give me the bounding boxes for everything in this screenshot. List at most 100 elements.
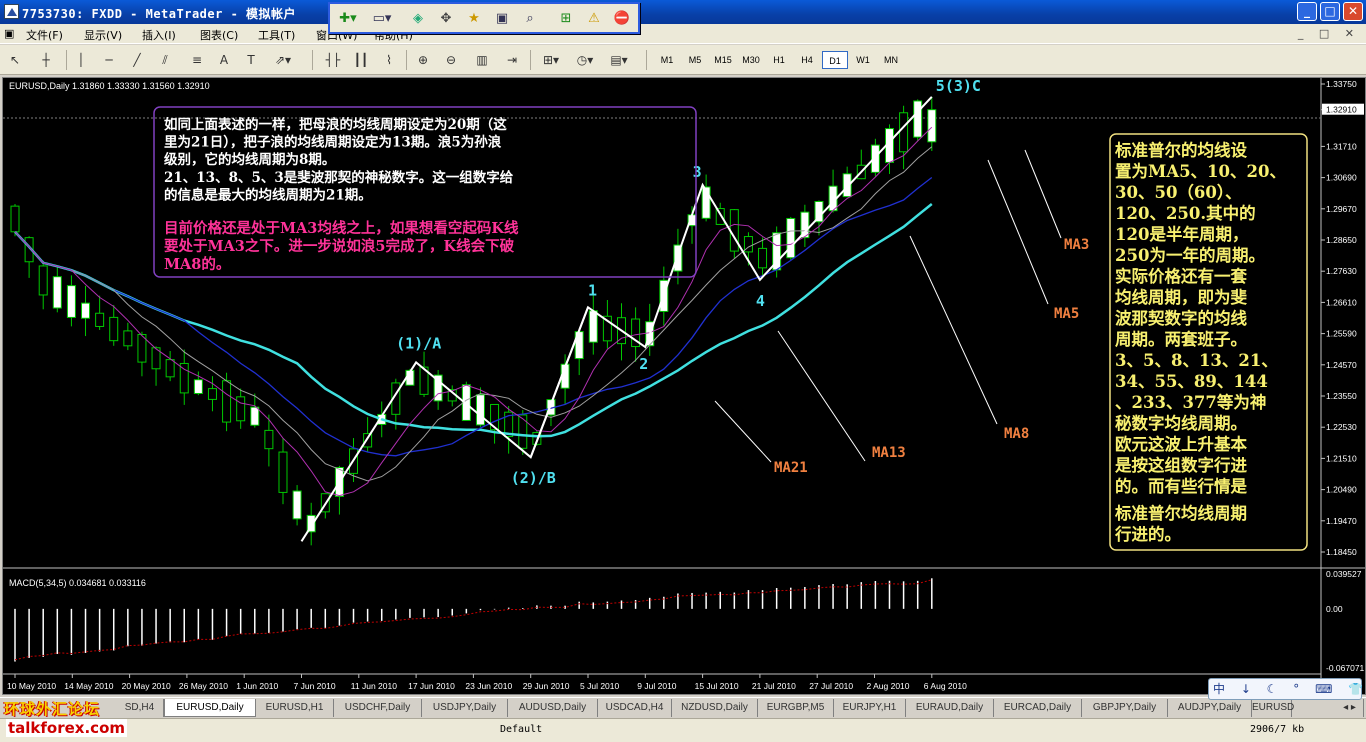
chart-tab[interactable]: EURCAD,Daily — [994, 699, 1082, 717]
ime-toolbar[interactable]: 中 ↓ ☾ ° ⌨ 👕 ⚙ — [1208, 678, 1366, 700]
timeframe-m30[interactable]: M30 — [738, 51, 764, 69]
date-label: 26 May 2010 — [179, 681, 228, 691]
chart-tab[interactable]: USDCAD,H4 — [598, 699, 672, 717]
date-label: 11 Jun 2010 — [351, 681, 397, 691]
price-label: 1.29670 — [1326, 204, 1357, 214]
new-chart-icon[interactable]: ✚▾ — [334, 10, 362, 28]
chart-tab[interactable]: NZDUSD,Daily — [672, 699, 758, 717]
crosshair-icon[interactable]: ┼ — [34, 50, 58, 70]
price-label: 1.25590 — [1326, 329, 1357, 339]
price-label: 1.26610 — [1326, 297, 1357, 307]
date-label: 20 May 2010 — [122, 681, 171, 691]
line-chart-icon[interactable]: ⌇ — [378, 50, 400, 70]
note-right-line: 34、55、89、144 — [1115, 372, 1268, 391]
channel-icon[interactable]: ⫽ — [156, 50, 174, 70]
indicators-icon[interactable]: ⊞▾ — [536, 50, 566, 70]
mdi-controls[interactable]: _ □ ✕ — [1298, 27, 1360, 40]
chart-tab[interactable]: EURGBP,M5 — [758, 699, 834, 717]
chart-tab[interactable]: EURUSD — [1252, 699, 1294, 717]
note-right-line: 的。而有些行情是 — [1115, 476, 1248, 496]
date-label: 7 Jun 2010 — [294, 681, 336, 691]
autoscroll-icon[interactable]: ⇥ — [500, 50, 524, 70]
chart-tab[interactable]: EURUSD,Daily — [164, 699, 256, 717]
price-label: 1.24570 — [1326, 360, 1357, 370]
timeframe-m1[interactable]: M1 — [654, 51, 680, 69]
timeframe-m5[interactable]: M5 — [682, 51, 708, 69]
note-left-pink-line: MA8的。 — [164, 255, 230, 273]
profiles-icon[interactable]: ▭▾ — [368, 10, 396, 28]
zoom-in-icon[interactable]: ⊕ — [412, 50, 434, 70]
favorites-icon[interactable]: ★ — [464, 10, 484, 28]
note-right-line: 标准普尔均线周期 — [1115, 503, 1247, 523]
tile-windows-icon[interactable]: ▥ — [470, 50, 494, 70]
tab-scroll-arrows[interactable]: ◂ ▸ — [1336, 699, 1364, 717]
minimize-button[interactable]: _ — [1297, 2, 1317, 21]
zoom-out-icon[interactable]: ⊖ — [440, 50, 462, 70]
maximize-button[interactable]: □ — [1320, 2, 1340, 21]
date-label: 2 Aug 2010 — [867, 681, 910, 691]
status-profile: Default — [500, 724, 543, 735]
chart-tab[interactable]: GBPJPY,Daily — [1082, 699, 1168, 717]
ma-label: MA8 — [1004, 426, 1029, 442]
arrows-dropdown-icon[interactable]: ⇗▾ — [270, 50, 296, 70]
chart-tab[interactable]: EURAUD,Daily — [906, 699, 994, 717]
macd-axis-label: 0.00 — [1326, 604, 1343, 614]
note-right-line: 行进的。 — [1114, 524, 1181, 544]
navigator-move-icon[interactable]: ✥ — [436, 10, 456, 28]
label-tool-icon[interactable]: T — [242, 50, 260, 70]
chart-tab[interactable]: EURUSD,H1 — [256, 699, 334, 717]
terminal-icon[interactable]: ▣ — [492, 10, 512, 28]
app-icon — [4, 4, 19, 19]
note-right-line: 标准普尔的均线设 — [1115, 140, 1248, 160]
note-right-line: 周期。两套班子。 — [1115, 329, 1247, 349]
chart-canvas[interactable]: EURUSD,Daily 1.31860 1.33330 1.31560 1.3… — [3, 78, 1365, 694]
note-left-line: 21、13、8、5、3是斐波那契的神秘数字。这一组数字给 — [164, 169, 514, 186]
chart-tab[interactable]: AUDJPY,Daily — [1168, 699, 1252, 717]
wave-label: 5(3)C — [936, 78, 981, 95]
menu-file[interactable]: 文件(F) — [26, 27, 63, 43]
new-order-icon[interactable]: ⊞ — [556, 10, 576, 28]
price-label: 1.30690 — [1326, 173, 1357, 183]
timeframe-h1[interactable]: H1 — [766, 51, 792, 69]
timeframe-w1[interactable]: W1 — [850, 51, 876, 69]
price-label: 1.22530 — [1326, 422, 1357, 432]
chart-tab[interactable]: SD,H4 — [116, 699, 164, 717]
timeframe-mn[interactable]: MN — [878, 51, 904, 69]
timeframe-m15[interactable]: M15 — [710, 51, 736, 69]
note-left-line: 如同上面表述的一样，把母浪的均线周期设定为20期（这 — [164, 116, 507, 133]
price-label: 1.19470 — [1326, 516, 1357, 526]
expert-advisors-icon[interactable]: ⚠ — [584, 10, 604, 28]
horizontal-line-icon[interactable]: ─ — [100, 50, 118, 70]
vertical-line-icon[interactable]: │ — [74, 50, 88, 70]
note-right-line: 置为MA5、10、20、 — [1115, 161, 1286, 181]
cursor-icon[interactable]: ↖ — [6, 50, 24, 70]
menu-charts[interactable]: 图表(C) — [200, 27, 238, 43]
note-right-line: 欧元这波上升基本 — [1115, 434, 1248, 454]
chart-tab[interactable]: AUDUSD,Daily — [508, 699, 598, 717]
strategy-tester-icon[interactable]: ⌕ — [520, 10, 540, 28]
candlestick-icon[interactable]: ┃┃ — [350, 50, 372, 70]
menu-view[interactable]: 显示(V) — [84, 27, 122, 43]
bar-chart-icon[interactable]: ┤├ — [322, 50, 344, 70]
note-right-line: 实际价格还有一套 — [1115, 266, 1248, 286]
wave-label: 1 — [588, 281, 597, 299]
market-watch-icon[interactable]: ◈ — [408, 10, 428, 28]
menu-insert[interactable]: 插入(I) — [142, 27, 176, 43]
fibonacci-icon[interactable]: ≡ — [188, 50, 206, 70]
price-label: 1.33750 — [1326, 79, 1357, 89]
chart-window[interactable]: EURUSD,Daily 1.31860 1.33330 1.31560 1.3… — [2, 77, 1366, 695]
macd-axis-label: -0.067071 — [1326, 663, 1365, 673]
close-button[interactable]: ✕ — [1343, 2, 1363, 21]
periods-icon[interactable]: ◷▾ — [570, 50, 600, 70]
doc-icon[interactable]: ▣ — [4, 27, 14, 40]
trendline-icon[interactable]: ╱ — [128, 50, 146, 70]
chart-tab[interactable]: EURJPY,H1 — [834, 699, 906, 717]
timeframe-h4[interactable]: H4 — [794, 51, 820, 69]
chart-tab[interactable]: USDJPY,Daily — [422, 699, 508, 717]
chart-tab[interactable]: USDCHF,Daily — [334, 699, 422, 717]
templates-icon[interactable]: ▤▾ — [604, 50, 634, 70]
menu-tools[interactable]: 工具(T) — [258, 27, 295, 43]
timeframe-d1[interactable]: D1 — [822, 51, 848, 69]
text-tool-icon[interactable]: A — [216, 50, 232, 70]
autotrading-icon[interactable]: ⛔ — [612, 10, 632, 28]
